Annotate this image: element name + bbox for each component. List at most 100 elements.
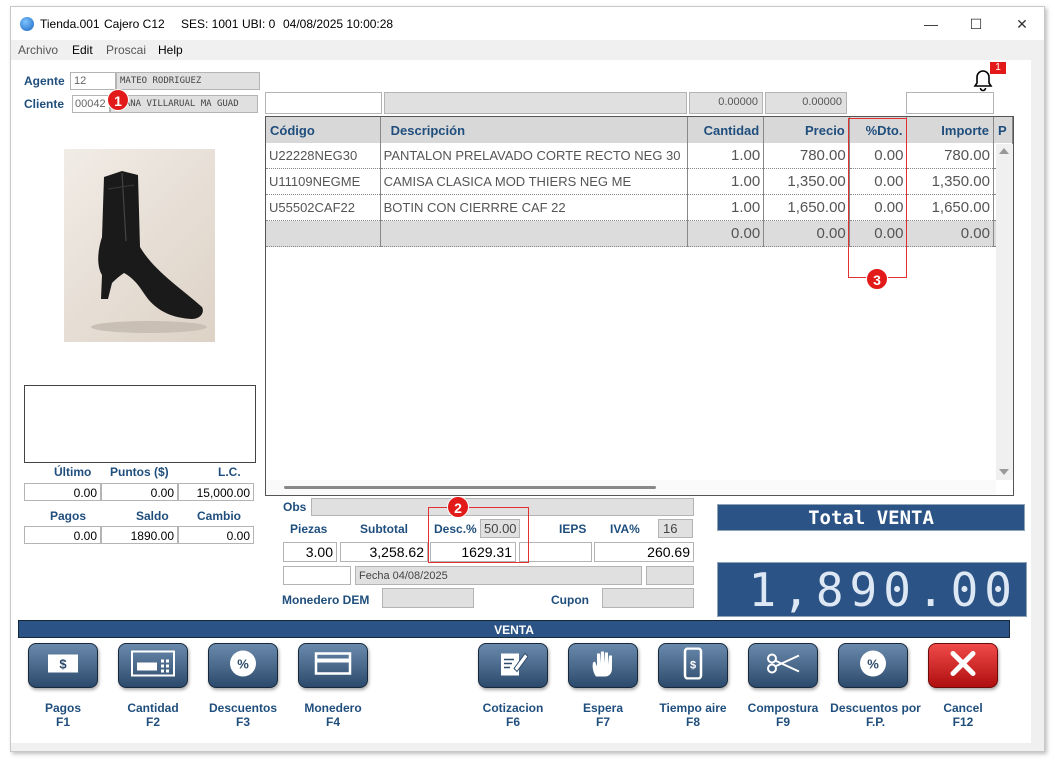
- scroll-thumb[interactable]: [284, 486, 656, 489]
- puntos-field: 0.00: [101, 483, 178, 501]
- total-venta-label: Total VENTA: [717, 504, 1025, 531]
- fkey-label: Tiempo aire F8: [659, 701, 727, 729]
- cell-precio: 1,650.00: [763, 194, 850, 221]
- cell-importe: 0.00: [906, 220, 994, 247]
- quote-edit-icon: [498, 648, 529, 683]
- ultimo-field: 0.00: [24, 483, 101, 501]
- cell-precio: 0.00: [763, 220, 850, 247]
- product-image: [64, 149, 215, 342]
- window-title-ubi: UBI: 0: [242, 17, 276, 31]
- col-codigo[interactable]: Código: [266, 117, 381, 143]
- cell-importe: 1,350.00: [906, 168, 994, 195]
- price-total-field: 0.00000: [765, 92, 847, 114]
- calculator-icon: [131, 650, 175, 681]
- cell-cantidad: 1.00: [687, 194, 765, 221]
- iva-pct-field[interactable]: 16: [658, 519, 693, 538]
- dto-highlight-box: [848, 118, 907, 278]
- qty-total-field: 0.00000: [689, 92, 763, 114]
- app-globe-icon: [20, 17, 34, 31]
- tiempo-aire-f8-button[interactable]: $: [658, 643, 728, 688]
- horizontal-scrollbar[interactable]: [266, 480, 996, 495]
- fkey-label: Monedero F4: [304, 701, 362, 729]
- col-precio[interactable]: Precio: [763, 117, 850, 143]
- svg-text:$: $: [59, 656, 67, 671]
- cancel-x-icon: [948, 648, 978, 683]
- col-cantidad[interactable]: Cantidad: [687, 117, 765, 143]
- cambio-field: 0.00: [178, 526, 254, 544]
- col-p[interactable]: P: [993, 117, 1013, 143]
- saldo-field: 1890.00: [101, 526, 178, 544]
- discount-icon: %: [858, 648, 888, 683]
- svg-text:%: %: [237, 656, 249, 671]
- window-title-app: Tienda.001: [40, 17, 100, 31]
- maximize-button[interactable]: ☐: [953, 11, 999, 37]
- fkey-label: Espera F7: [582, 701, 624, 729]
- vertical-scrollbar[interactable]: [996, 144, 1013, 480]
- cambio-label: Cambio: [197, 509, 242, 523]
- cell-descripcion: CAMISA CLASICA MOD THIERS NEG ME: [380, 168, 688, 195]
- monedero-f4-button[interactable]: [298, 643, 368, 688]
- menu-edit[interactable]: Edit: [72, 43, 93, 57]
- extra-entry-field[interactable]: [906, 92, 994, 114]
- espera-f7-button[interactable]: [568, 643, 638, 688]
- cancel-f12-button[interactable]: [928, 643, 998, 688]
- descuentos-f3-button[interactable]: %: [208, 643, 278, 688]
- cotizacion-f6-button[interactable]: [478, 643, 548, 688]
- window-title-datetime: 04/08/2025 10:00:28: [283, 17, 394, 31]
- blank-field[interactable]: [283, 566, 351, 585]
- close-button[interactable]: ✕: [999, 11, 1045, 37]
- fkey-label: Cotizacion F6: [482, 701, 544, 729]
- app-window: Tienda.001 Cajero C12 SES: 1001 UBI: 0 0…: [10, 6, 1045, 752]
- col-importe[interactable]: Importe: [906, 117, 994, 143]
- desc-highlight-box: [428, 507, 529, 563]
- cliente-code-field[interactable]: 00042: [72, 95, 110, 113]
- cell-codigo: U55502CAF22: [266, 194, 381, 221]
- cell-cantidad: 0.00: [687, 220, 765, 247]
- cell-precio: 780.00: [763, 143, 850, 169]
- agente-name-field: MATEO RODRIGUEZ: [116, 72, 260, 90]
- piezas-label: Piezas: [290, 522, 328, 536]
- cell-descripcion: [380, 220, 688, 247]
- agente-code-field[interactable]: 12: [70, 72, 116, 90]
- description-entry-field[interactable]: [384, 92, 687, 114]
- monedero-field[interactable]: [382, 588, 474, 608]
- fkey-label: Cancel F12: [943, 701, 983, 729]
- discount-icon: %: [228, 648, 258, 683]
- fkey-label: Cantidad F2: [127, 701, 179, 729]
- cell-codigo: U11109NEGME: [266, 168, 381, 195]
- notification-badge: 1: [990, 62, 1006, 74]
- menu-proscai[interactable]: Proscai: [106, 43, 146, 57]
- menu-help[interactable]: Help: [158, 43, 183, 57]
- cupon-label: Cupon: [551, 593, 589, 607]
- scroll-down-icon[interactable]: [999, 469, 1009, 475]
- content-area: Agente 12 MATEO RODRIGUEZ Cliente 00042 …: [11, 60, 1031, 743]
- obs-label: Obs: [283, 500, 307, 514]
- ultimo-label: Último: [54, 465, 92, 479]
- subtotal-field: 3,258.62: [340, 542, 428, 562]
- minimize-button[interactable]: —: [908, 11, 954, 37]
- col-descripcion[interactable]: Descripción: [380, 117, 688, 143]
- code-entry-field[interactable]: [265, 92, 382, 114]
- puntos-label: Puntos ($): [110, 465, 169, 479]
- cantidad-f2-button[interactable]: [118, 643, 188, 688]
- descuentos-fp-button[interactable]: %: [838, 643, 908, 688]
- svg-text:$: $: [690, 659, 696, 671]
- scissors-icon: [765, 651, 801, 680]
- menu-archivo[interactable]: Archivo: [18, 43, 58, 57]
- compostura-f9-button[interactable]: [748, 643, 818, 688]
- lc-label: L.C.: [218, 465, 241, 479]
- monedero-label: Monedero DEM: [282, 593, 370, 607]
- pagos-f1-button[interactable]: $: [28, 643, 98, 688]
- cell-codigo: U22228NEG30: [266, 143, 381, 169]
- fkey-label: Pagos F1: [44, 701, 81, 729]
- fkey-label: Compostura F9: [747, 701, 819, 729]
- total-venta-value: 1,890.00: [717, 562, 1027, 617]
- cell-descripcion: BOTIN CON CIERRRE CAF 22: [380, 194, 688, 221]
- svg-text:%: %: [867, 656, 879, 671]
- callout-1: 1: [107, 89, 129, 111]
- cupon-field[interactable]: [602, 588, 694, 608]
- scroll-up-icon[interactable]: [999, 148, 1009, 154]
- saldo-label: Saldo: [136, 509, 169, 523]
- cliente-name-field: DIANA VILLARUAL MA GUAD: [110, 95, 258, 113]
- cell-precio: 1,350.00: [763, 168, 850, 195]
